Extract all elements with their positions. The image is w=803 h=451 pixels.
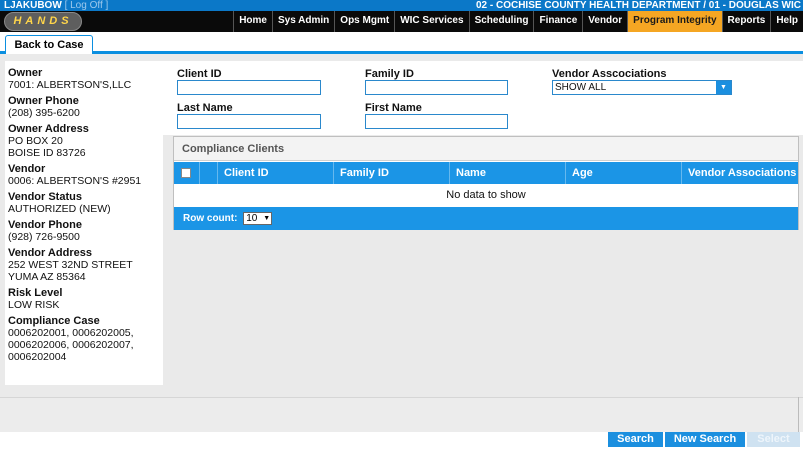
grid-footer: Row count: 10 ▼ xyxy=(174,207,798,230)
chevron-down-icon[interactable]: ▼ xyxy=(716,81,731,94)
vendor-value: 0006: ALBERTSON'S #2951 xyxy=(8,175,142,187)
owner-phone-label: Owner Phone xyxy=(8,95,79,107)
compliance-case-label: Compliance Case xyxy=(8,315,100,327)
owner-address-label: Owner Address xyxy=(8,123,89,135)
select-all-checkbox[interactable] xyxy=(181,168,191,178)
vendor-associations-label: Vendor Asscociations xyxy=(552,68,667,80)
last-name-label: Last Name xyxy=(177,102,233,114)
column-vendor-associations[interactable]: Vendor Associations xyxy=(681,162,798,184)
navigation-bar: HANDS Home Sys Admin Ops Mgmt WIC Servic… xyxy=(0,11,803,32)
nav-program-integrity[interactable]: Program Integrity xyxy=(627,11,722,32)
family-id-input[interactable] xyxy=(365,80,508,95)
column-age[interactable]: Age xyxy=(565,162,681,184)
vendor-phone-value: (928) 726-9500 xyxy=(8,231,80,243)
vendor-associations-value: SHOW ALL xyxy=(555,82,607,93)
row-count-label: Row count: xyxy=(183,213,238,224)
grid-spacer-column xyxy=(199,162,217,184)
select-button[interactable]: Select xyxy=(747,432,800,447)
compliance-case-line2: 0006202006, 0006202007, xyxy=(8,339,134,351)
client-id-label: Client ID xyxy=(177,68,222,80)
nav-vendor[interactable]: Vendor xyxy=(582,11,628,32)
vendor-label: Vendor xyxy=(8,163,46,175)
user-info: LJAKUBOW [ Log Off ] xyxy=(4,0,108,11)
client-id-input[interactable] xyxy=(177,80,321,95)
back-to-case-tab[interactable]: Back to Case xyxy=(5,35,93,54)
owner-phone-value: (208) 395-6200 xyxy=(8,107,80,119)
owner-address-line2: BOISE ID 83726 xyxy=(8,147,86,159)
last-name-input[interactable] xyxy=(177,114,321,129)
vendor-status-value: AUTHORIZED (NEW) xyxy=(8,203,111,215)
search-button[interactable]: Search xyxy=(608,432,663,447)
family-id-label: Family ID xyxy=(365,68,414,80)
grid-caption: Compliance Clients xyxy=(174,137,798,161)
new-search-button[interactable]: New Search xyxy=(665,432,745,447)
compliance-clients-grid: Compliance Clients Client ID Family ID N… xyxy=(173,136,799,230)
row-count-value: 10 xyxy=(246,212,258,224)
logoff-link[interactable]: [ Log Off ] xyxy=(65,0,109,11)
chevron-down-icon: ▼ xyxy=(263,214,271,222)
column-client-id[interactable]: Client ID xyxy=(217,162,333,184)
risk-level-label: Risk Level xyxy=(8,287,63,299)
owner-label: Owner xyxy=(8,67,43,79)
nav-reports[interactable]: Reports xyxy=(721,11,771,32)
nav-sys-admin[interactable]: Sys Admin xyxy=(271,11,335,32)
compliance-case-line3: 0006202004 xyxy=(8,351,67,363)
header-bar: LJAKUBOW [ Log Off ] 02 - COCHISE COUNTY… xyxy=(0,0,803,11)
vendor-status-label: Vendor Status xyxy=(8,191,82,203)
empty-grid-message: No data to show xyxy=(446,189,526,201)
vendor-associations-select[interactable]: SHOW ALL ▼ xyxy=(552,80,732,95)
owner-value: 7001: ALBERTSON'S,LLC xyxy=(8,79,132,91)
username: LJAKUBOW xyxy=(4,0,62,11)
owner-address-line1: PO BOX 20 xyxy=(8,135,63,147)
nav-finance[interactable]: Finance xyxy=(533,11,583,32)
grid-header-row: Client ID Family ID Name Age Vendor Asso… xyxy=(174,162,798,184)
column-name[interactable]: Name xyxy=(449,162,565,184)
bottom-panel xyxy=(0,397,803,432)
app-logo[interactable]: HANDS xyxy=(4,12,82,31)
nav-wic-services[interactable]: WIC Services xyxy=(394,11,469,32)
nav-home[interactable]: Home xyxy=(233,11,272,32)
column-family-id[interactable]: Family ID xyxy=(333,162,449,184)
vendor-address-label: Vendor Address xyxy=(8,247,92,259)
nav-help[interactable]: Help xyxy=(770,11,803,32)
organization-title: 02 - COCHISE COUNTY HEALTH DEPARTMENT / … xyxy=(475,0,801,11)
vendor-info-panel: Owner 7001: ALBERTSON'S,LLC Owner Phone … xyxy=(5,61,163,385)
vendor-phone-label: Vendor Phone xyxy=(8,219,82,231)
vendor-address-line2: YUMA AZ 85364 xyxy=(8,271,86,283)
divider xyxy=(798,397,799,432)
compliance-case-line1: 0006202001, 0006202005, xyxy=(8,327,134,339)
tab-row: Back to Case xyxy=(0,32,803,54)
row-count-select[interactable]: 10 ▼ xyxy=(243,211,273,225)
vendor-address-line1: 252 WEST 32ND STREET xyxy=(8,259,133,271)
first-name-input[interactable] xyxy=(365,114,508,129)
first-name-label: First Name xyxy=(365,102,422,114)
search-form: Client ID Family ID Vendor Asscociations… xyxy=(163,61,803,135)
nav-scheduling[interactable]: Scheduling xyxy=(468,11,534,32)
main-menu: Home Sys Admin Ops Mgmt WIC Services Sch… xyxy=(233,11,803,32)
risk-level-value: LOW RISK xyxy=(8,299,60,311)
nav-ops-mgmt[interactable]: Ops Mgmt xyxy=(334,11,395,32)
